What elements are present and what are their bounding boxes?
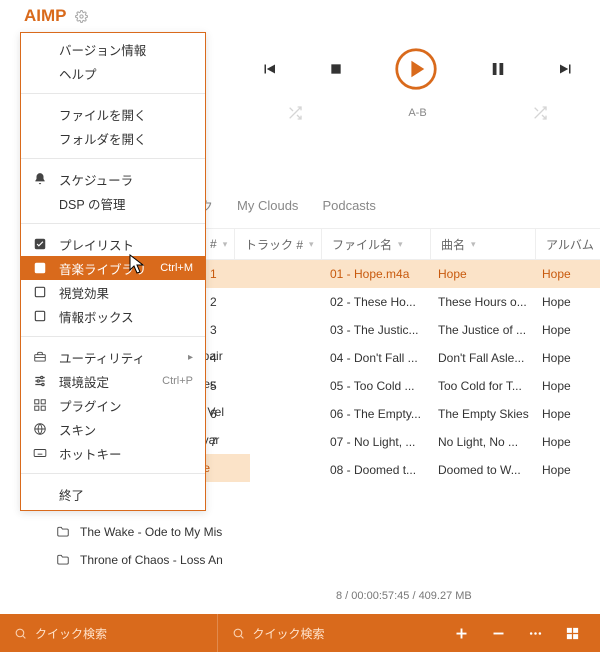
menu-item-label: スケジューラ (59, 170, 193, 189)
track-list: 101 - Hope.m4aHopeHope202 - These Ho...T… (200, 260, 600, 484)
menu-item[interactable]: スキン (21, 417, 205, 441)
menu-item[interactable]: •終了 (21, 482, 205, 506)
col-file[interactable]: ファイル名▾ (322, 236, 430, 253)
search-placeholder: クイック検索 (35, 625, 107, 642)
menu-item[interactable]: スケジューラ (21, 167, 205, 191)
menu-item[interactable]: 音楽ライブラリ Ctrl+M (21, 256, 205, 280)
menu-item[interactable]: プレイリスト (21, 232, 205, 256)
menu-item-label: 視覚効果 (59, 283, 193, 302)
table-row[interactable]: 404 - Don't Fall ...Don't Fall Asle...Ho… (200, 344, 600, 372)
search-placeholder: クイック検索 (253, 625, 325, 642)
grid-icon[interactable] (565, 626, 580, 641)
crossfade-icon[interactable] (532, 105, 548, 121)
app-logo: AIMP (24, 6, 67, 26)
col-track[interactable]: トラック #▾ (235, 236, 321, 253)
col-album[interactable]: アルバム (536, 236, 600, 253)
menu-item-label: ヘルプ (59, 64, 193, 83)
chevron-right-icon: ▸ (188, 352, 193, 363)
toolbox-icon (31, 350, 49, 364)
context-menu[interactable]: •バージョン情報•ヘルプ •ファイルを開く•フォルダを開くスケジューラ •DSP の… (20, 32, 206, 511)
bottom-bar: クイック検索 クイック検索 (0, 614, 600, 652)
check-icon (31, 261, 49, 275)
more-icon[interactable] (528, 626, 543, 641)
menu-item[interactable]: •バージョン情報 (21, 37, 205, 61)
skin-icon (31, 422, 49, 436)
gear-icon[interactable] (75, 10, 88, 23)
menu-item[interactable]: •ファイルを開く (21, 102, 205, 126)
menu-item[interactable]: •フォルダを開く (21, 126, 205, 150)
stop-button[interactable] (328, 61, 344, 77)
menu-item[interactable]: ユーティリティ ▸ (21, 345, 205, 369)
secondary-bar: A-B (235, 98, 600, 128)
table-row[interactable]: 202 - These Ho...These Hours o...Hope (200, 288, 600, 316)
menu-shortcut: Ctrl+P (162, 375, 193, 387)
table-row[interactable]: 505 - Too Cold ...Too Cold for T...Hope (200, 372, 600, 400)
menu-item[interactable]: 視覚効果 (21, 280, 205, 304)
menu-item[interactable]: ホットキー (21, 441, 205, 465)
menu-item[interactable]: •DSP の管理 (21, 191, 205, 215)
menu-item[interactable]: 情報ボックス (21, 304, 205, 328)
menu-item-label: プラグイン (59, 396, 193, 415)
menu-item-label: 終了 (59, 485, 193, 504)
table-row[interactable]: 101 - Hope.m4aHopeHope (200, 260, 600, 288)
folder-icon (56, 525, 70, 539)
menu-item-label: 環境設定 (59, 372, 152, 391)
menu-item-label: ファイルを開く (59, 105, 193, 124)
menu-item-label: DSP の管理 (59, 194, 193, 213)
column-headers: #▾ トラック #▾ ファイル名▾ 曲名▾ アルバム (200, 228, 600, 260)
list-item[interactable]: Throne of Chaos - Loss An (56, 546, 246, 574)
menu-item-label: フォルダを開く (59, 129, 193, 148)
ab-repeat-button[interactable]: A-B (408, 107, 426, 119)
menu-item[interactable]: •ヘルプ (21, 61, 205, 85)
menu-item-label: スキン (59, 420, 193, 439)
sliders-icon (31, 374, 49, 388)
tab-my-clouds[interactable]: My Clouds (237, 198, 298, 213)
shuffle-icon[interactable] (287, 105, 303, 121)
menu-item-label: ホットキー (59, 444, 193, 463)
play-button[interactable] (394, 47, 438, 91)
list-item[interactable]: The Wake - Ode to My Mis (56, 518, 246, 546)
library-tabs: ク My Clouds Podcasts (200, 188, 376, 222)
search-left[interactable]: クイック検索 (0, 625, 217, 642)
menu-item-label: プレイリスト (59, 235, 193, 254)
menu-item-label: バージョン情報 (59, 40, 193, 59)
chevron-down-icon: ▾ (398, 239, 403, 250)
box-icon (31, 285, 49, 299)
status-text: 8 / 00:00:57:45 / 409.27 MB (336, 590, 472, 602)
chevron-down-icon: ▾ (223, 239, 228, 250)
bell-icon (31, 172, 49, 186)
folder-icon (56, 553, 70, 567)
minus-icon[interactable] (491, 626, 506, 641)
bottom-actions (434, 626, 600, 641)
table-row[interactable]: 606 - The Empty...The Empty SkiesHope (200, 400, 600, 428)
plus-icon[interactable] (454, 626, 469, 641)
chevron-down-icon: ▾ (309, 239, 314, 250)
chevron-down-icon: ▾ (471, 239, 476, 250)
menu-item-label: 情報ボックス (59, 307, 193, 326)
table-row[interactable]: 707 - No Light, ...No Light, No ...Hope (200, 428, 600, 456)
menu-item-label: 音楽ライブラリ (59, 259, 150, 278)
table-row[interactable]: 303 - The Justic...The Justice of ...Hop… (200, 316, 600, 344)
next-button[interactable] (557, 60, 575, 78)
tab-podcasts[interactable]: Podcasts (322, 198, 375, 213)
menu-item[interactable]: プラグイン (21, 393, 205, 417)
player-controls (235, 32, 600, 106)
search-right[interactable]: クイック検索 (218, 625, 435, 642)
menu-item-label: ユーティリティ (59, 348, 178, 367)
menu-item[interactable]: 環境設定 Ctrl+P (21, 369, 205, 393)
search-icon (14, 627, 27, 640)
title-bar: AIMP (0, 0, 600, 32)
check-icon (31, 237, 49, 251)
keyboard-icon (31, 446, 49, 460)
pause-button[interactable] (489, 60, 507, 78)
box-icon (31, 309, 49, 323)
search-icon (232, 627, 245, 640)
col-song[interactable]: 曲名▾ (431, 236, 535, 253)
menu-shortcut: Ctrl+M (160, 262, 193, 274)
table-row[interactable]: 808 - Doomed t...Doomed to W...Hope (200, 456, 600, 484)
prev-button[interactable] (260, 60, 278, 78)
grid-icon (31, 398, 49, 412)
